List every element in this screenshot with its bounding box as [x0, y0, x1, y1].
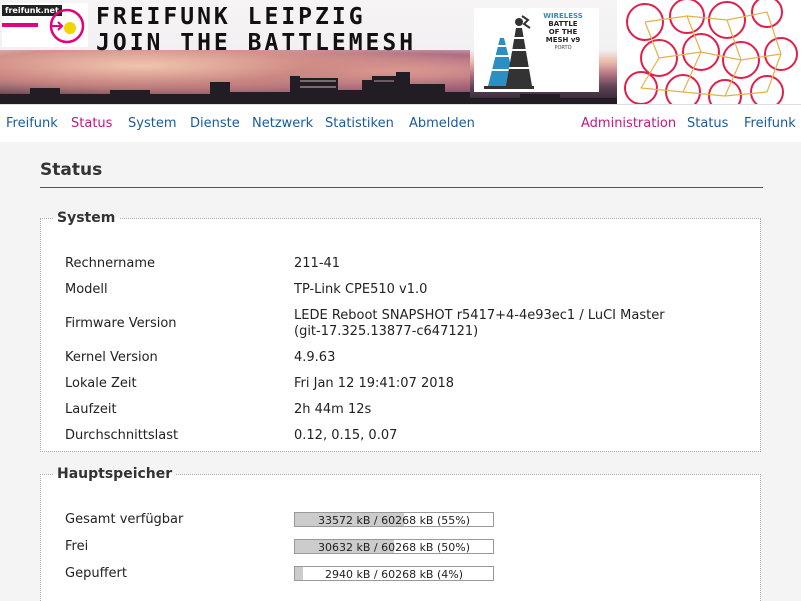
- local-time-label: Lokale Zeit: [65, 376, 137, 391]
- firmware-value-line1: LEDE Reboot SNAPSHOT r5417+4-4e93ec1 / L…: [294, 308, 665, 323]
- main-navigation: Freifunk Status System Dienste Netzwerk …: [0, 104, 801, 143]
- nav-dienste[interactable]: Dienste: [190, 116, 240, 131]
- mesh-rings-graphic: [617, 0, 801, 104]
- model-value: TP-Link CPE510 v1.0: [294, 282, 428, 297]
- nav-freifunk-mode[interactable]: Freifunk: [744, 116, 796, 131]
- main-content: Status System Rechnername 211-41 Modell …: [0, 142, 801, 601]
- memory-buffered-bar: 2940 kB / 60268 kB (4%): [294, 566, 494, 581]
- firmware-value-line2: (git-17.325.13877-c647121): [294, 324, 479, 339]
- title-divider: [40, 187, 763, 188]
- memory-total-label: Gesamt verfügbar: [65, 512, 184, 527]
- memory-free-bar: 30632 kB / 60268 kB (50%): [294, 539, 494, 554]
- system-section: System Rechnername 211-41 Modell TP-Link…: [40, 210, 761, 452]
- memory-free-bar-text: 30632 kB / 60268 kB (50%): [317, 541, 471, 554]
- nav-netzwerk[interactable]: Netzwerk: [252, 116, 313, 131]
- nav-freifunk[interactable]: Freifunk: [6, 116, 58, 131]
- firmware-label: Firmware Version: [65, 316, 177, 331]
- mesh-network-icon: [624, 0, 798, 104]
- radio-towers-icon: [484, 15, 534, 89]
- load-average-label: Durchschnittslast: [65, 428, 179, 443]
- uptime-label: Laufzeit: [65, 402, 117, 417]
- memory-legend: Hauptspeicher: [57, 466, 173, 482]
- header-banner: freifunk.net FREIFUNK LEIPZIG JOIN THE B…: [0, 0, 801, 104]
- banner-title-line1: FREIFUNK LEIPZIG: [96, 4, 366, 30]
- model-label: Modell: [65, 282, 108, 297]
- kernel-value: 4.9.63: [294, 350, 336, 365]
- nav-status-mode[interactable]: Status: [687, 116, 728, 131]
- nav-administration[interactable]: Administration: [581, 116, 676, 131]
- page-title: Status: [40, 160, 103, 180]
- kernel-label: Kernel Version: [65, 350, 158, 365]
- memory-total-bar: 33572 kB / 60268 kB (55%): [294, 512, 494, 527]
- freifunk-mark-icon: [49, 8, 85, 44]
- memory-buffered-bar-text: 2940 kB / 60268 kB (4%): [324, 568, 464, 581]
- memory-total-bar-text: 33572 kB / 60268 kB (55%): [317, 514, 471, 527]
- memory-free-label: Frei: [65, 539, 89, 554]
- nav-status[interactable]: Status: [71, 116, 112, 131]
- freifunk-logo[interactable]: freifunk.net: [2, 3, 88, 47]
- battlemesh-text: WIRELESS BATTLE OF THE MESH v9 PORTO: [543, 12, 583, 51]
- logo-accent-line: [2, 23, 38, 27]
- memory-section: Hauptspeicher Gesamt verfügbar 33572 kB …: [40, 466, 761, 601]
- uptime-value: 2h 44m 12s: [294, 402, 372, 417]
- memory-buffered-label: Gepuffert: [65, 566, 127, 581]
- load-average-value: 0.12, 0.15, 0.07: [294, 428, 398, 443]
- banner-title-line2: JOIN THE BATTLEMESH: [96, 30, 417, 56]
- local-time-value: Fri Jan 12 19:41:07 2018: [294, 376, 455, 391]
- hostname-label: Rechnername: [65, 256, 156, 271]
- nav-abmelden[interactable]: Abmelden: [409, 116, 475, 131]
- nav-statistiken[interactable]: Statistiken: [325, 116, 394, 131]
- battlemesh-logo: WIRELESS BATTLE OF THE MESH v9 PORTO: [474, 8, 599, 92]
- hostname-value: 211-41: [294, 256, 341, 271]
- nav-system[interactable]: System: [128, 116, 176, 131]
- system-legend: System: [57, 210, 116, 226]
